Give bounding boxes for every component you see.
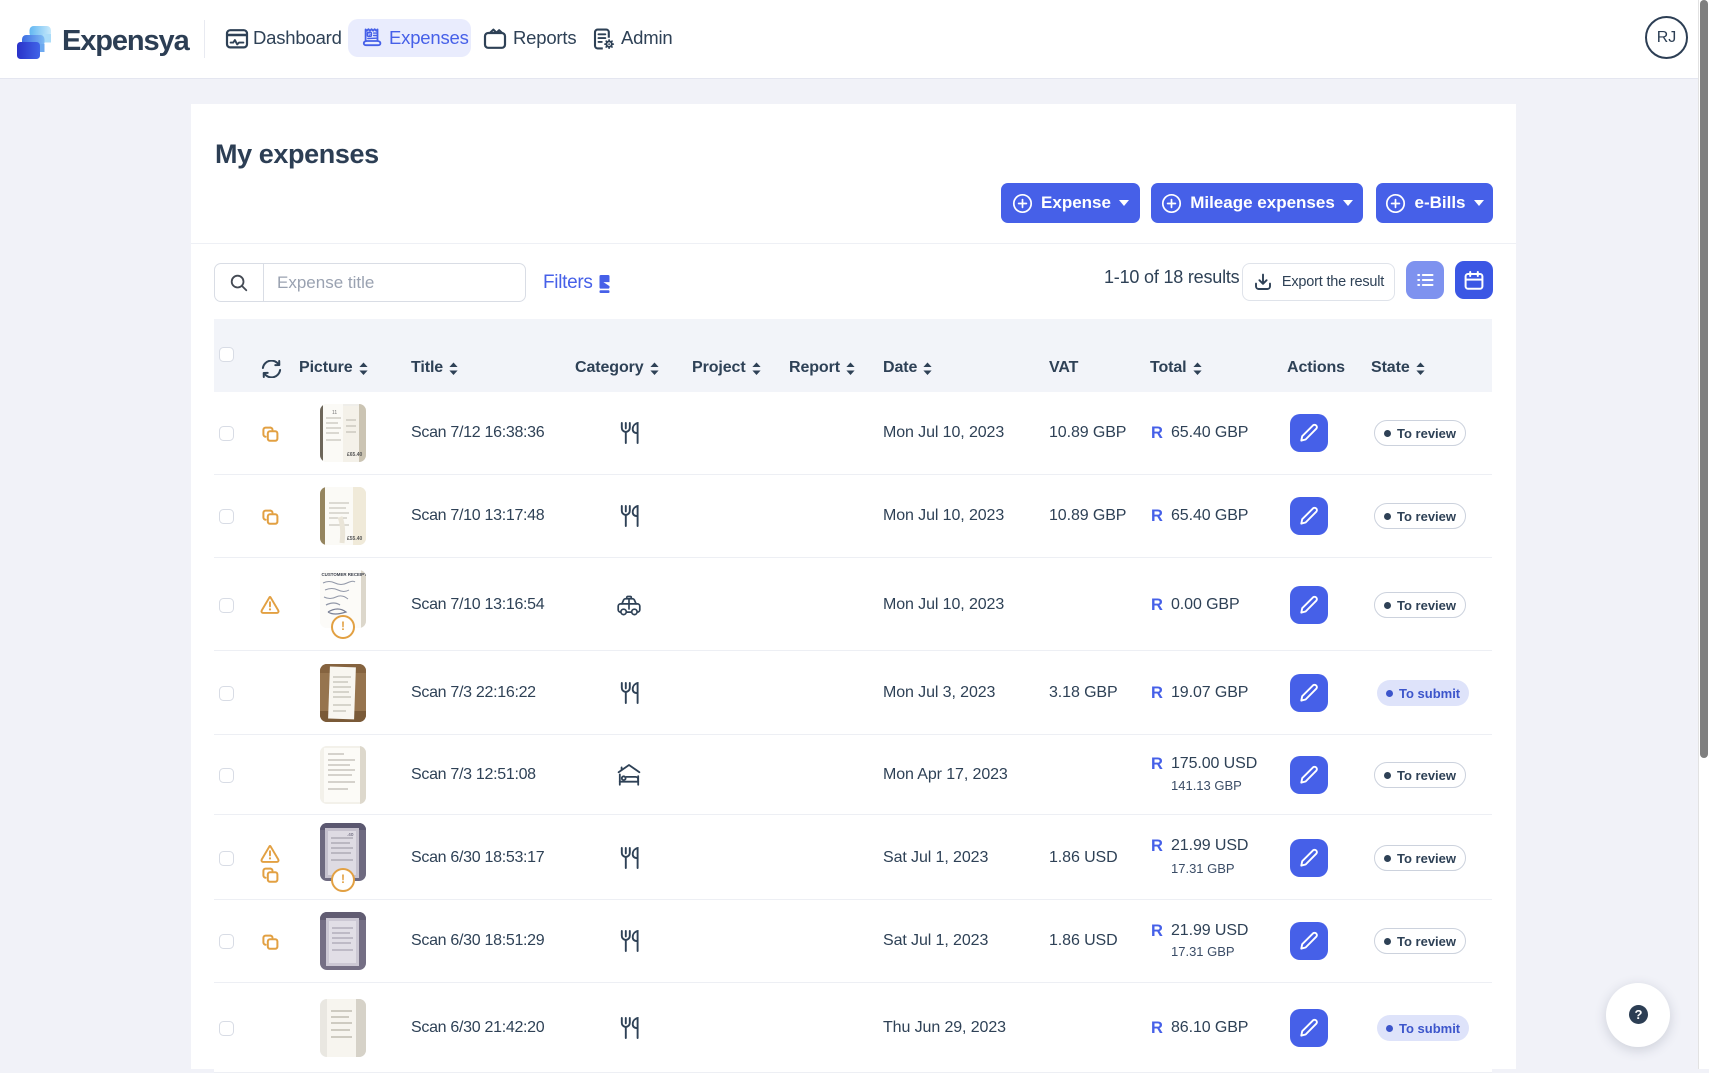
svg-text:£65.40: £65.40 (347, 452, 363, 458)
svg-text:£55.40: £55.40 (347, 536, 363, 542)
svg-text:.40: .40 (347, 832, 354, 837)
svg-text:11: 11 (332, 410, 337, 416)
svg-text:CUSTOMER RECEIPT: CUSTOMER RECEIPT (322, 572, 367, 577)
